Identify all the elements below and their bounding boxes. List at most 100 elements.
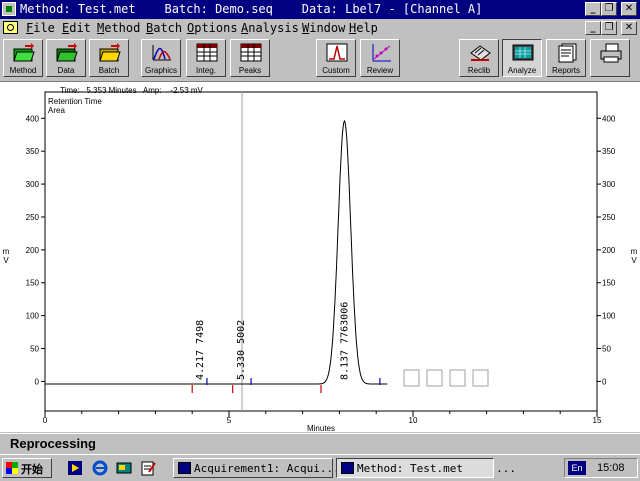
peaks-label: Peaks (238, 66, 262, 75)
menu-options[interactable]: Options (187, 21, 238, 35)
folder-open-icon (13, 43, 35, 62)
peaks-button[interactable]: Peaks (230, 39, 270, 77)
menu-bar: File Edit Method Batch Options Analysis … (0, 19, 640, 37)
reclib-icon (470, 45, 491, 61)
desktop-icon[interactable] (116, 460, 132, 476)
clock: 15:08 (597, 462, 625, 474)
analyze-button[interactable]: Analyze (502, 39, 542, 77)
media-player-icon[interactable] (67, 460, 83, 476)
placeholder-box (403, 369, 420, 387)
placeholder-box (426, 369, 443, 387)
windows-logo-icon (6, 462, 18, 474)
task-acquirement-label: Acquirement1: Acqui... (194, 462, 340, 475)
review-button[interactable]: Review (360, 39, 400, 77)
document-icon[interactable] (3, 21, 18, 34)
minimize-button[interactable]: _ (585, 2, 601, 16)
placeholder-box (449, 369, 466, 387)
reports-button[interactable]: Reports (546, 39, 586, 77)
title-bar[interactable]: Method: Test.met Batch: Demo.seq Data: L… (0, 0, 640, 19)
menu-window[interactable]: Window (302, 21, 345, 35)
language-indicator[interactable]: En (568, 461, 586, 475)
chromatogram-panel[interactable]: Retention Time Area 0 0 50 50 100 100 150 150 200 2… (0, 82, 640, 432)
x-tick-label: 15 (593, 416, 602, 425)
menu-help[interactable]: Help (349, 21, 378, 35)
toolbar: Method Data Batch Graphics Integ. Peaks … (0, 37, 640, 82)
close-button[interactable]: ✕ (621, 2, 637, 16)
legend-line: Retention Time (48, 97, 102, 106)
y-tick-label-left: 100 (26, 312, 40, 321)
x-tick-label: 5 (227, 416, 232, 425)
graphics-button[interactable]: Graphics (141, 39, 181, 77)
reports-label: Reports (551, 66, 580, 75)
task-method-label: Method: Test.met ... (357, 462, 516, 475)
chromatogram-chart[interactable]: Retention TimeArea0 050 50100 100150 150200 2… (0, 82, 640, 432)
menu-batch[interactable]: Batch (146, 21, 182, 35)
signal-trace (45, 119, 388, 385)
doc-restore-button[interactable]: ❐ (601, 21, 617, 35)
doc-minimize-button[interactable]: _ (585, 21, 601, 35)
x-tick-label: 10 (409, 416, 418, 425)
reclib-button[interactable]: Reclib (459, 39, 499, 77)
batch-button[interactable]: Batch (89, 39, 129, 77)
reclib-label: Reclib (467, 66, 491, 75)
y-tick-label-right: 0 (602, 377, 607, 386)
y-tick-label-left: 150 (26, 279, 40, 288)
x-tick-label: 0 (43, 416, 48, 425)
y-tick-label-right: 350 (602, 147, 616, 156)
review-scatter-icon (372, 44, 391, 62)
custom-button[interactable]: Custom (316, 39, 356, 77)
doc-close-button[interactable]: ✕ (621, 21, 637, 35)
y-tick-label-right: 200 (602, 246, 616, 255)
notepad-icon[interactable] (140, 460, 156, 476)
y-axis-label-left: m (3, 247, 10, 256)
peak-label: 8.137 7763006 (339, 302, 350, 380)
data-label: Data (57, 66, 75, 75)
task-method[interactable]: Method: Test.met ... (336, 458, 516, 478)
batch-label: Batch (98, 66, 120, 75)
status-text: Reprocessing (10, 436, 96, 451)
app-icon[interactable] (2, 2, 16, 16)
window-title: Method: Test.met Batch: Demo.seq Data: L… (20, 2, 483, 16)
data-button[interactable]: Data (46, 39, 86, 77)
method-label: Method (9, 66, 37, 75)
peak-label: 5.330 5002 (236, 320, 247, 380)
peak-label: 4.217 7498 (195, 320, 206, 380)
cursor-readout: Time: 5.353 Minutes Amp: -2.53 mV (60, 86, 203, 95)
task-acquirement[interactable]: Acquirement1: Acqui... (173, 458, 340, 478)
legend-line: Area (48, 106, 65, 115)
graphics-icon (152, 45, 171, 61)
maximize-button[interactable]: ❐ (601, 2, 617, 16)
method-window-icon (341, 462, 354, 474)
graphics-label: Graphics (144, 66, 177, 75)
method-button[interactable]: Method (3, 39, 43, 77)
menu-file[interactable]: File (26, 21, 55, 35)
start-button[interactable]: 开始 (2, 458, 52, 478)
menu-method[interactable]: Method (97, 21, 140, 35)
menu-analysis[interactable]: Analysis (241, 21, 299, 35)
y-axis-label-right: m (631, 247, 638, 256)
y-tick-label-left: 50 (30, 345, 39, 354)
internet-explorer-icon[interactable] (92, 460, 108, 476)
custom-chart-icon (326, 43, 348, 62)
y-tick-label-right: 100 (602, 312, 616, 321)
folder-green-icon (56, 43, 78, 62)
placeholder-box (472, 369, 489, 387)
y-tick-label-right: 300 (602, 180, 616, 189)
acquirement-window-icon (178, 462, 191, 474)
integ-label: Integ. (195, 66, 216, 75)
printer-icon (600, 43, 622, 63)
taskbar: 开始 Acquirement1: Acqui... Method: Test.m… (0, 454, 640, 481)
y-axis-label-right: V (631, 256, 637, 265)
integ-button[interactable]: Integ. (186, 39, 226, 77)
y-tick-label-right: 150 (602, 279, 616, 288)
plot-frame (44, 91, 598, 412)
y-tick-label-left: 250 (26, 213, 40, 222)
y-tick-label-left: 0 (35, 377, 40, 386)
menu-edit[interactable]: Edit (62, 21, 91, 35)
reports-icon (558, 43, 577, 63)
y-tick-label-left: 400 (26, 114, 40, 123)
analyze-label: Analyze (507, 66, 537, 75)
y-tick-label-right: 50 (602, 345, 611, 354)
y-tick-label-left: 300 (26, 180, 40, 189)
print-button[interactable] (590, 39, 630, 77)
